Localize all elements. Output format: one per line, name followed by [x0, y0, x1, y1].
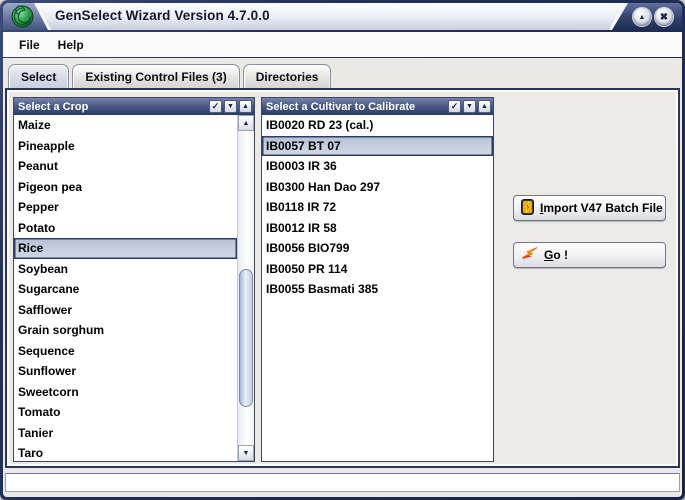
crop-collapse-button[interactable]: ▲ — [239, 100, 252, 113]
crop-dropdown-button[interactable]: ▼ — [224, 100, 237, 113]
chevron-down-icon: ▼ — [227, 103, 234, 110]
scrollbar-thumb[interactable] — [239, 269, 253, 408]
scroll-down-icon: ▼ — [242, 449, 250, 457]
go-button[interactable]: Go ! — [513, 242, 666, 268]
list-item[interactable]: IB0050 PR 114 — [262, 259, 493, 280]
list-item[interactable]: Maize — [14, 115, 237, 136]
list-item[interactable]: Tanier — [14, 423, 237, 444]
list-item[interactable]: Sugarcane — [14, 279, 237, 300]
import-icon — [521, 198, 534, 218]
chevron-up-icon: ▲ — [481, 103, 488, 110]
crop-list-header: Select a Crop ✓ ▼ ▲ — [14, 98, 254, 115]
cultivar-list-body: IB0020 RD 23 (cal.) IB0057 BT 07 IB0003 … — [262, 115, 493, 461]
list-item[interactable]: IB0020 RD 23 (cal.) — [262, 115, 493, 136]
cultivar-list-header: Select a Cultivar to Calibrate ✓ ▼ ▲ — [262, 98, 493, 115]
cultivar-select-all-button[interactable]: ✓ — [448, 100, 461, 113]
scroll-up-button[interactable]: ▲ — [238, 115, 254, 131]
minimize-icon: ▲ — [638, 13, 646, 21]
list-item[interactable]: IB0056 BIO799 — [262, 238, 493, 259]
actions-area: Import V47 Batch File Go ! — [500, 97, 674, 462]
list-item[interactable]: Pineapple — [14, 136, 237, 157]
list-item[interactable]: Pigeon pea — [14, 177, 237, 198]
list-item[interactable]: Safflower — [14, 300, 237, 321]
list-item[interactable]: Potato — [14, 218, 237, 239]
cultivar-list-title: Select a Cultivar to Calibrate — [266, 100, 416, 113]
crop-list-rows: Maize Pineapple Peanut Pigeon pea Pepper… — [14, 115, 237, 461]
crop-list-scrollbar[interactable]: ▲ ▼ — [237, 115, 254, 461]
select-tab-panel: Select a Crop ✓ ▼ ▲ Maize Pineapple Pean… — [5, 88, 680, 468]
list-item[interactable]: Taro — [14, 443, 237, 461]
list-item[interactable]: Rice — [14, 238, 237, 259]
tab[interactable]: Directories — [242, 64, 332, 88]
cultivar-list-rows: IB0020 RD 23 (cal.) IB0057 BT 07 IB0003 … — [262, 115, 493, 461]
list-item[interactable]: IB0003 IR 36 — [262, 156, 493, 177]
lightning-icon — [521, 246, 538, 264]
menu-item[interactable]: Help — [49, 36, 93, 54]
import-button-label: Import V47 Batch File — [540, 201, 663, 215]
list-item[interactable]: Pepper — [14, 197, 237, 218]
crop-list-body: Maize Pineapple Peanut Pigeon pea Pepper… — [14, 115, 254, 461]
crop-listbox: Select a Crop ✓ ▼ ▲ Maize Pineapple Pean… — [13, 97, 255, 462]
list-item[interactable]: Sequence — [14, 341, 237, 362]
import-v47-batch-file-button[interactable]: Import V47 Batch File — [513, 195, 666, 221]
cultivar-collapse-button[interactable]: ▲ — [478, 100, 491, 113]
crop-select-all-button[interactable]: ✓ — [209, 100, 222, 113]
chevron-down-icon: ▼ — [466, 103, 473, 110]
scrollbar-track[interactable] — [238, 131, 254, 445]
check-icon: ✓ — [450, 101, 459, 111]
list-item[interactable]: Peanut — [14, 156, 237, 177]
list-item[interactable]: IB0118 IR 72 — [262, 197, 493, 218]
list-item[interactable]: IB0300 Han Dao 297 — [262, 177, 493, 198]
go-button-label: Go ! — [544, 248, 569, 262]
close-icon: ✖ — [659, 11, 669, 23]
list-item[interactable]: IB0057 BT 07 — [262, 135, 493, 156]
tab[interactable]: Existing Control Files (3) — [72, 64, 240, 88]
scroll-up-icon: ▲ — [242, 119, 250, 127]
app-logo-icon — [11, 5, 34, 30]
status-bar — [5, 473, 680, 492]
cultivar-dropdown-button[interactable]: ▼ — [463, 100, 476, 113]
close-button[interactable]: ✖ — [655, 8, 673, 26]
list-item[interactable]: Soybean — [14, 259, 237, 280]
tab[interactable]: Select — [8, 64, 70, 88]
menu-bar: File Help — [3, 32, 682, 57]
tab-bar: Select Existing Control Files (3) Direct… — [8, 62, 334, 88]
minimize-button[interactable]: ▲ — [633, 8, 651, 26]
list-item[interactable]: IB0012 IR 58 — [262, 218, 493, 239]
list-item[interactable]: Sweetcorn — [14, 382, 237, 403]
menu-item[interactable]: File — [10, 36, 49, 54]
list-item[interactable]: Sunflower — [14, 361, 237, 382]
chevron-up-icon: ▲ — [242, 103, 249, 110]
scroll-down-button[interactable]: ▼ — [238, 445, 254, 461]
app-window: GenSelect Wizard Version 4.7.0.0 ▲ ✖ Fil… — [0, 0, 685, 500]
cultivar-listbox: Select a Cultivar to Calibrate ✓ ▼ ▲ IB0… — [261, 97, 494, 462]
work-area: Select Existing Control Files (3) Direct… — [3, 58, 682, 497]
list-item[interactable]: IB0055 Basmati 385 — [262, 279, 493, 300]
title-bar: GenSelect Wizard Version 4.7.0.0 ▲ ✖ — [3, 3, 682, 30]
list-item[interactable]: Grain sorghum — [14, 320, 237, 341]
crop-list-title: Select a Crop — [18, 100, 89, 113]
window-title: GenSelect Wizard Version 4.7.0.0 — [55, 8, 270, 23]
list-item[interactable]: Tomato — [14, 402, 237, 423]
check-icon: ✓ — [211, 101, 220, 111]
